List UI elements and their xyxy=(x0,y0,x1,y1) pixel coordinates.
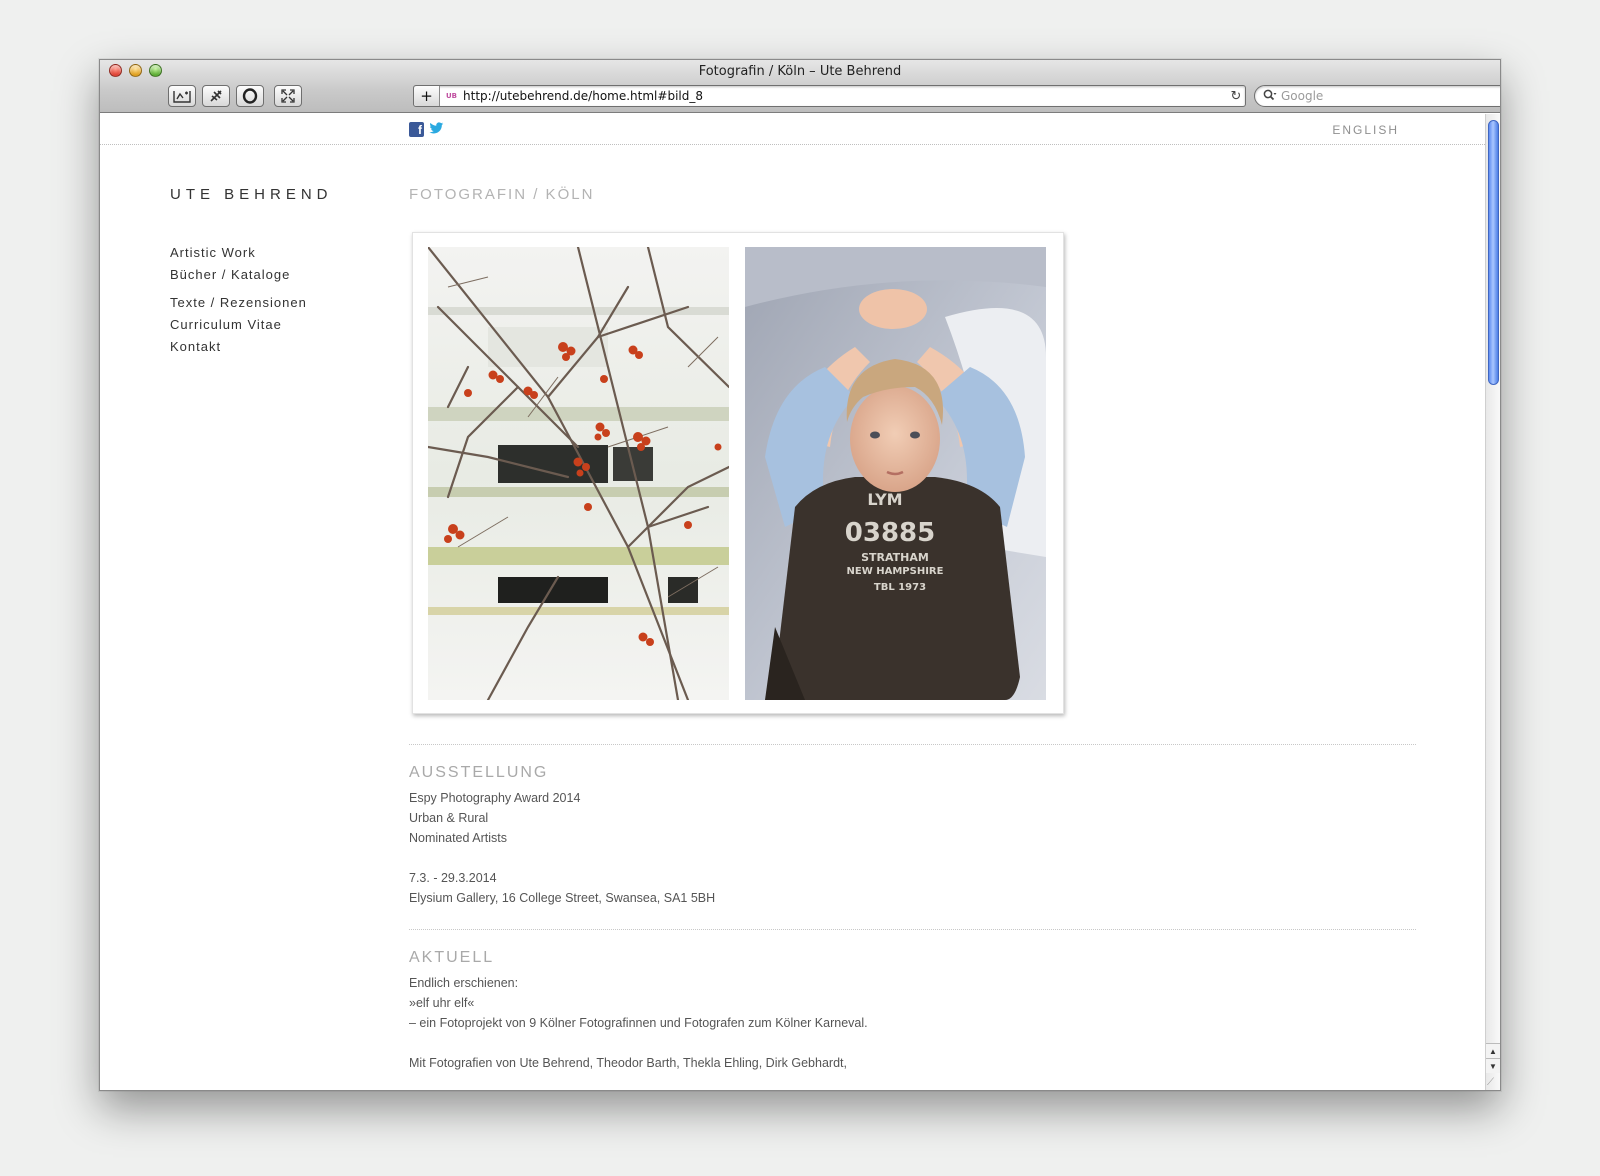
section-heading-aktuell: AKTUELL xyxy=(409,949,495,966)
nav-item-artistic-work[interactable]: Artistic Work xyxy=(170,242,307,264)
shirt-print-stratham: STRATHAM xyxy=(861,551,929,564)
vertical-scrollbar[interactable]: ▲ ▼ xyxy=(1485,114,1500,1090)
bug-icon[interactable] xyxy=(202,85,230,107)
text-line: Urban & Rural xyxy=(409,811,489,825)
divider xyxy=(409,744,1416,745)
twitter-icon[interactable] xyxy=(429,122,444,137)
text-line xyxy=(409,1033,868,1053)
text-line: Elysium Gallery, 16 College Street, Swan… xyxy=(409,891,716,905)
favicon-icon: UB xyxy=(446,92,458,100)
shirt-print-state: NEW HAMPSHIRE xyxy=(847,566,944,577)
text-line: Espy Photography Award 2014 xyxy=(409,791,581,805)
text-line: 7.3. - 29.3.2014 xyxy=(409,871,497,885)
address-bar[interactable]: + UB http://utebehrend.de/home.html#bild… xyxy=(413,85,1246,107)
nav-item-buecher-kataloge[interactable]: Bücher / Kataloge xyxy=(170,264,307,286)
bookmark-icon[interactable] xyxy=(168,85,196,107)
text-line: »elf uhr elf« xyxy=(409,996,475,1010)
nav-item-curriculum-vitae[interactable]: Curriculum Vitae xyxy=(170,314,307,336)
scroll-down-icon[interactable]: ▼ xyxy=(1486,1058,1500,1073)
site-topbar: f ENGLISH xyxy=(100,114,1487,145)
nav-item-texte-rezensionen[interactable]: Texte / Rezensionen xyxy=(170,292,307,314)
site-brand[interactable]: UTE BEHREND xyxy=(170,186,333,203)
search-placeholder: Google xyxy=(1281,89,1324,103)
text-line xyxy=(409,848,715,868)
section-body-ausstellung: Espy Photography Award 2014 Urban & Rura… xyxy=(409,788,715,908)
photo-branches-berries[interactable] xyxy=(428,247,729,700)
shirt-print-top: LYM xyxy=(867,490,902,509)
language-link-english[interactable]: ENGLISH xyxy=(1332,123,1399,137)
window-title: Fotografin / Köln – Ute Behrend xyxy=(698,64,902,79)
text-line: – ein Fotoprojekt von 9 Kölner Fotografi… xyxy=(409,1016,868,1030)
text-line: Endlich erschienen: xyxy=(409,976,519,990)
browser-toolbar: Fotografin / Köln – Ute Behrend ◀ ▶ + UB… xyxy=(100,60,1500,210)
photo-gallery: LYM 03885 STRATHAM NEW HAMPSHIRE TBL 197… xyxy=(412,232,1064,714)
browser-window: Fotografin / Köln – Ute Behrend ◀ ▶ + UB… xyxy=(99,59,1501,1091)
section-body-aktuell: Endlich erschienen: »elf uhr elf« – ein … xyxy=(409,973,868,1073)
page-subtitle: FOTOGRAFIN / KÖLN xyxy=(409,186,595,203)
text-line: Nominated Artists xyxy=(409,831,507,845)
main-nav: Artistic Work Bücher / Kataloge Texte / … xyxy=(170,242,307,358)
shirt-print-year: TBL 1973 xyxy=(874,582,926,593)
reload-icon[interactable]: ↻ xyxy=(1227,89,1245,104)
nav-item-kontakt[interactable]: Kontakt xyxy=(170,336,307,358)
divider xyxy=(409,929,1416,930)
resize-grip-icon[interactable]: ⟋ xyxy=(1487,1077,1499,1089)
search-icon xyxy=(1263,89,1277,104)
photo-boy-portrait[interactable]: LYM 03885 STRATHAM NEW HAMPSHIRE TBL 197… xyxy=(745,247,1046,700)
scroll-up-icon[interactable]: ▲ xyxy=(1486,1043,1500,1058)
social-links: f xyxy=(409,122,444,137)
page-viewport: f ENGLISH UTE BEHREND Artistic Work Büch… xyxy=(100,114,1487,1090)
section-heading-ausstellung: AUSSTELLUNG xyxy=(409,764,549,781)
url-text[interactable]: http://utebehrend.de/home.html#bild_8 xyxy=(463,89,1227,103)
facebook-icon[interactable]: f xyxy=(409,122,424,137)
scrollbar-thumb[interactable] xyxy=(1488,120,1499,385)
text-line: Mit Fotografien von Ute Behrend, Theodor… xyxy=(409,1056,847,1070)
opera-icon[interactable] xyxy=(236,85,264,107)
add-icon[interactable]: + xyxy=(414,86,440,106)
search-field[interactable]: Google xyxy=(1254,85,1500,107)
shirt-print-number: 03885 xyxy=(845,518,935,548)
fullscreen-icon[interactable] xyxy=(274,85,302,107)
